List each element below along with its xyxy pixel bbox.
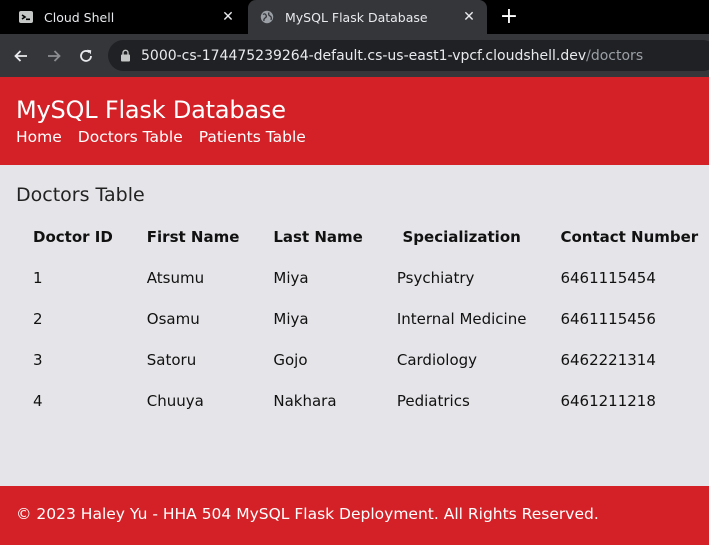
forward-arrow-icon[interactable]: [42, 44, 66, 68]
cloud-shell-icon: [18, 9, 34, 25]
browser-toolbar: 5000-cs-174475239264-default.cs-us-east1…: [0, 34, 709, 77]
address-bar[interactable]: 5000-cs-174475239264-default.cs-us-east1…: [108, 40, 709, 71]
cell-last-name: Nakhara: [273, 391, 337, 410]
cell-contact-number: 6461211218: [560, 391, 656, 410]
column-header-specialization: Specialization: [402, 227, 521, 246]
cell-contact-number: 6462221314: [560, 350, 656, 369]
page-title: Doctors Table: [16, 184, 145, 206]
cell-doctor-id: 2: [33, 309, 43, 328]
close-tab-icon[interactable]: ✕: [461, 9, 477, 25]
cell-first-name: Chuuya: [146, 391, 204, 410]
cell-specialization: Psychiatry: [396, 268, 475, 287]
cell-specialization: Internal Medicine: [396, 309, 527, 328]
back-arrow-icon[interactable]: [9, 44, 33, 68]
nav-link-patients-table[interactable]: Patients Table: [199, 128, 306, 146]
cell-contact-number: 6461115454: [560, 268, 656, 287]
footer-copyright: © 2023 Haley Yu - HHA 504 MySQL Flask De…: [16, 505, 599, 523]
url-path: /doctors: [586, 47, 644, 64]
cell-specialization: Pediatrics: [396, 391, 470, 410]
column-header-last-name: Last Name: [273, 227, 363, 246]
table-row: 4 Chuuya Nakhara Pediatrics 6461211218: [16, 380, 709, 421]
nav-link-home[interactable]: Home: [16, 128, 62, 146]
cell-last-name: Miya: [273, 268, 309, 287]
column-header-first-name: First Name: [146, 227, 240, 246]
tab-title: MySQL Flask Database: [285, 9, 428, 25]
globe-icon: [259, 9, 275, 25]
cell-first-name: Satoru: [146, 350, 197, 369]
reload-icon[interactable]: [74, 44, 98, 68]
cell-doctor-id: 4: [33, 391, 43, 410]
nav-link-doctors-table[interactable]: Doctors Table: [78, 128, 183, 146]
table-row: 1 Atsumu Miya Psychiatry 6461115454: [16, 257, 709, 298]
table-row: 2 Osamu Miya Internal Medicine 646111545…: [16, 298, 709, 339]
cell-first-name: Atsumu: [146, 268, 205, 287]
cell-last-name: Miya: [273, 309, 309, 328]
cell-first-name: Osamu: [146, 309, 200, 328]
tab-strip: Cloud Shell ✕ MySQL Flask Database ✕ +: [0, 0, 709, 34]
lock-icon: [120, 49, 131, 62]
cell-doctor-id: 3: [33, 350, 43, 369]
cell-doctor-id: 1: [33, 268, 43, 287]
doctors-table: Doctor ID First Name Last Name Specializ…: [16, 216, 709, 421]
url-host: 5000-cs-174475239264-default.cs-us-east1…: [141, 47, 587, 64]
site-footer: © 2023 Haley Yu - HHA 504 MySQL Flask De…: [0, 486, 709, 545]
tab-title: Cloud Shell: [44, 9, 115, 25]
tab-cloud-shell[interactable]: Cloud Shell ✕: [0, 0, 246, 34]
cell-last-name: Gojo: [273, 350, 308, 369]
close-tab-icon[interactable]: ✕: [220, 9, 236, 25]
table-header-row: Doctor ID First Name Last Name Specializ…: [16, 216, 709, 257]
column-header-contact-number: Contact Number: [560, 227, 699, 246]
site-nav: Home Doctors Table Patients Table: [16, 128, 306, 146]
site-header: MySQL Flask Database Home Doctors Table …: [0, 77, 709, 165]
cell-contact-number: 6461115456: [560, 309, 656, 328]
column-header-doctor-id: Doctor ID: [33, 227, 113, 246]
new-tab-plus-icon[interactable]: +: [498, 6, 520, 29]
tab-mysql-flask-database[interactable]: MySQL Flask Database ✕: [248, 0, 487, 34]
cell-specialization: Cardiology: [396, 350, 478, 369]
table-row: 3 Satoru Gojo Cardiology 6462221314: [16, 339, 709, 380]
site-title: MySQL Flask Database: [16, 96, 286, 124]
